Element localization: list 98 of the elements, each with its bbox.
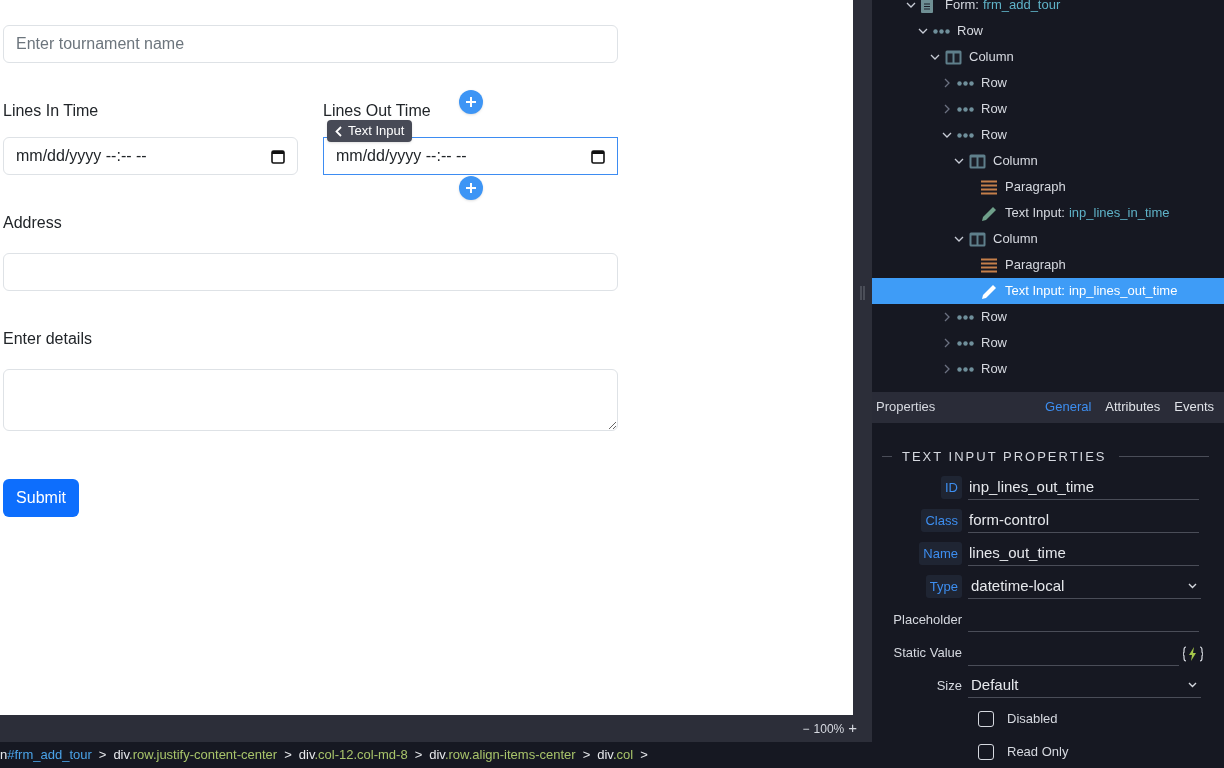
tree-item-value: inp_lines_out_time (1069, 282, 1178, 301)
breadcrumb-separator: > (284, 746, 292, 765)
plus-icon (466, 183, 476, 193)
tree-item-label: Form: (945, 0, 979, 15)
panel-title: Properties (876, 398, 937, 417)
field-label: Enter details (3, 329, 93, 349)
attribute-label: Class (921, 508, 962, 533)
tree-item-label: Row (981, 334, 1007, 353)
checkbox-label: Read Only (1007, 742, 1069, 761)
tree-item-label: Paragraph (1005, 178, 1066, 197)
checkbox-label: Disabled (1007, 709, 1058, 728)
text-field[interactable]: lines_out_time (968, 541, 1199, 566)
field-label: Size (936, 676, 962, 695)
attribute-label: Type (925, 574, 962, 599)
checkbox[interactable] (978, 743, 994, 760)
dots-icon (957, 132, 974, 138)
tree-item[interactable]: Text Input: inp_lines_in_time (872, 200, 1224, 226)
tree-item-value: frm_add_tour (982, 0, 1061, 15)
dots-icon (957, 340, 974, 346)
tree-item[interactable]: Form: frm_add_tour (872, 0, 1224, 18)
tree-item-label: Row (957, 22, 983, 41)
tooltip[interactable]: Text Input (327, 120, 413, 142)
dots-icon (957, 80, 974, 86)
dots-icon (957, 106, 974, 112)
attribute-label: Name (919, 541, 962, 566)
tab[interactable]: Attributes (1105, 397, 1161, 417)
checkbox[interactable] (978, 710, 994, 727)
breadcrumb-item[interactable]: div.row.align-items-center (429, 745, 576, 765)
attribute-label: ID (941, 475, 962, 500)
calendar-icon[interactable] (271, 148, 285, 164)
tab[interactable]: General (1045, 397, 1092, 417)
calendar-icon[interactable] (591, 148, 605, 164)
pencil-icon (981, 204, 998, 222)
pencil-icon (981, 282, 998, 300)
tree-item[interactable]: Row (872, 96, 1224, 122)
breadcrumb-separator: > (414, 746, 423, 765)
tree-item-value: inp_lines_in_time (1069, 204, 1170, 223)
tree-item[interactable]: Paragraph (872, 252, 1224, 278)
tree-item[interactable]: Row (872, 356, 1224, 382)
tree-item-label: Row (981, 100, 1007, 119)
tree-item[interactable]: Row (872, 70, 1224, 96)
breadcrumb-item[interactable]: n#frm_add_tour (0, 745, 92, 765)
columns-icon (969, 231, 986, 247)
chevron-down-icon (1188, 682, 1197, 688)
columns-icon (969, 153, 986, 169)
zoom-in-button[interactable]: + (848, 717, 857, 740)
tree-item-label: Column (969, 48, 1014, 67)
dots-icon (957, 366, 974, 372)
tree-item[interactable]: Row (872, 330, 1224, 356)
tree-item-label: Column (993, 152, 1038, 171)
tree-item[interactable]: Column (872, 148, 1224, 174)
tree-item-label: Row (981, 308, 1007, 327)
submit-button[interactable]: Submit (3, 479, 79, 517)
tree-item[interactable]: Row (872, 18, 1224, 44)
tree-item-label: Text Input: (1005, 282, 1065, 301)
tree-item-label: Text Input: (1005, 204, 1065, 223)
add-button[interactable] (459, 176, 483, 200)
tree-item-label: Paragraph (1005, 256, 1066, 275)
tree-item-label: Row (981, 360, 1007, 379)
field-label: Static Value (893, 643, 962, 662)
paragraph-lines-icon (981, 179, 997, 195)
add-button[interactable] (459, 90, 483, 114)
zoom-level: 100% (813, 720, 845, 738)
field-label: Lines Out Time (323, 101, 431, 119)
date-time-field[interactable]: mm/dd/yyyy --:-- -- (3, 137, 298, 175)
tree-item-label: Row (981, 126, 1007, 145)
breadcrumb-separator: > (640, 746, 648, 765)
tree-item[interactable]: Column (872, 226, 1224, 252)
splitter-handle-icon[interactable] (860, 285, 865, 300)
tree-item[interactable]: Row (872, 122, 1224, 148)
zoom-out-button[interactable]: − (802, 719, 810, 738)
dots-icon (957, 314, 974, 320)
paragraph-lines-icon (981, 257, 997, 273)
tree-item[interactable]: Row (872, 304, 1224, 330)
select-field[interactable]: datetime-local (968, 574, 1201, 599)
breadcrumb-item[interactable]: div.row.justify-content-center (113, 745, 278, 765)
breadcrumb-separator: > (98, 746, 107, 765)
text-field[interactable]: form-control (968, 508, 1199, 533)
tree-item[interactable]: Paragraph (872, 174, 1224, 200)
tree-item-label: Row (981, 74, 1007, 93)
select-field[interactable]: Default (968, 673, 1201, 698)
section-title: TEXT INPUT PROPERTIES (902, 447, 1107, 466)
dots-icon (933, 28, 950, 34)
columns-icon (945, 49, 962, 65)
tree-item-label: Column (993, 230, 1038, 249)
text-field[interactable]: inp_lines_out_time (968, 475, 1199, 500)
field-label: Placeholder (893, 610, 962, 629)
breadcrumb-item[interactable]: div.col (597, 745, 634, 765)
field-label: Address (3, 213, 63, 233)
field-label: Lines In Time (3, 101, 99, 119)
tree-item[interactable]: Column (872, 44, 1224, 70)
lightning-braces-icon[interactable] (1183, 645, 1203, 662)
breadcrumb-separator: > (582, 746, 591, 765)
breadcrumb-item[interactable]: div.col-12.col-md-8 (298, 745, 408, 765)
plus-icon (466, 97, 476, 107)
tab[interactable]: Events (1174, 397, 1214, 417)
chevron-down-icon (1188, 583, 1197, 589)
chevron-left-icon (335, 125, 342, 137)
